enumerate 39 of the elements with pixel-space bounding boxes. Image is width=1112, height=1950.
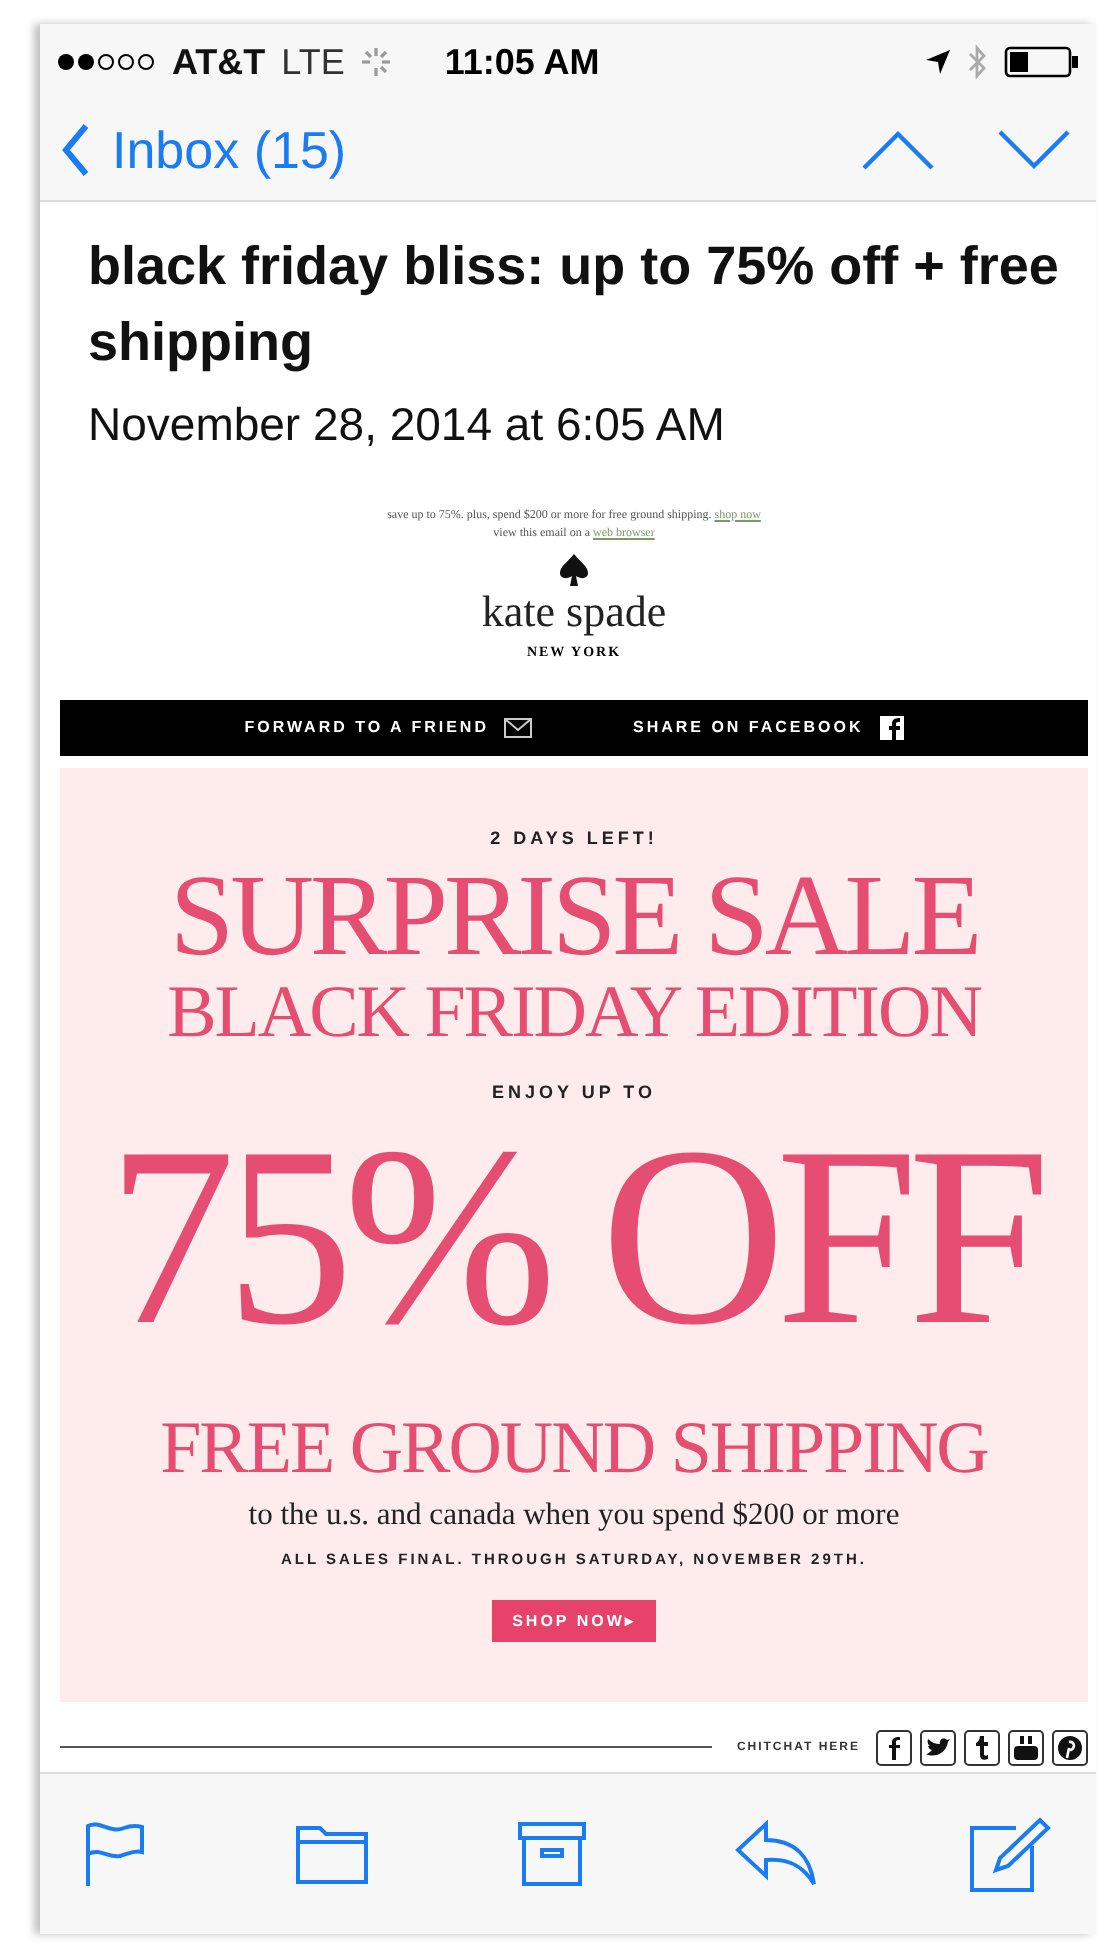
pinterest-icon[interactable]	[1052, 1729, 1088, 1766]
reply-icon[interactable]	[734, 1820, 822, 1888]
next-message-icon[interactable]	[996, 128, 1072, 172]
brand-logo: kate spade	[481, 585, 667, 638]
location-arrow-icon	[924, 48, 952, 76]
youtube-icon[interactable]	[1008, 1729, 1044, 1766]
activity-spinner-icon	[360, 46, 393, 78]
network-type: LTE	[281, 41, 345, 83]
enjoy-text: ENJOY UP TO	[491, 1082, 657, 1103]
twitter-icon[interactable]	[920, 1729, 956, 1766]
spade-icon	[560, 553, 588, 586]
sale-headline: SURPRISE SALE	[169, 855, 979, 977]
back-label: Inbox (15)	[112, 119, 347, 181]
signal-icon	[56, 52, 156, 72]
status-time: 11:05 AM	[444, 41, 600, 83]
discount-headline: 75% OFF	[107, 1102, 1041, 1372]
tumblr-icon[interactable]	[964, 1729, 1000, 1766]
message-date: November 28, 2014 at 6:05 AM	[88, 397, 727, 452]
envelope-icon	[504, 717, 533, 738]
previous-message-icon[interactable]	[860, 128, 936, 172]
bluetooth-icon	[968, 44, 988, 80]
folder-icon[interactable]	[294, 1822, 370, 1886]
back-button[interactable]: Inbox (15)	[60, 119, 347, 181]
countdown-text: 2 DAYS LEFT!	[490, 827, 658, 848]
compose-icon[interactable]	[968, 1814, 1052, 1894]
share-link[interactable]: FORWARD TO A FRIEND	[244, 717, 533, 738]
archive-box-icon[interactable]	[516, 1820, 588, 1888]
message-subject: black friday bliss: up to 75% off + free shipping	[88, 234, 1061, 376]
shop-now-button[interactable]: SHOP NOW▸	[492, 1599, 656, 1642]
shipping-headline: FREE GROUND SHIPPING	[160, 1411, 988, 1490]
share-link[interactable]: SHARE ON FACEBOOK	[632, 715, 904, 740]
shipping-note: to the u.s. and canada when you spend $200 or more	[248, 1497, 900, 1534]
flag-icon[interactable]	[84, 1820, 148, 1888]
facebook-icon[interactable]	[876, 1729, 912, 1766]
facebook-icon	[879, 715, 904, 740]
back-chevron-icon	[60, 122, 92, 178]
battery-icon	[1004, 46, 1080, 78]
carrier-name: AT&T	[172, 41, 266, 83]
sale-subheadline: BLACK FRIDAY EDITION	[167, 976, 981, 1055]
